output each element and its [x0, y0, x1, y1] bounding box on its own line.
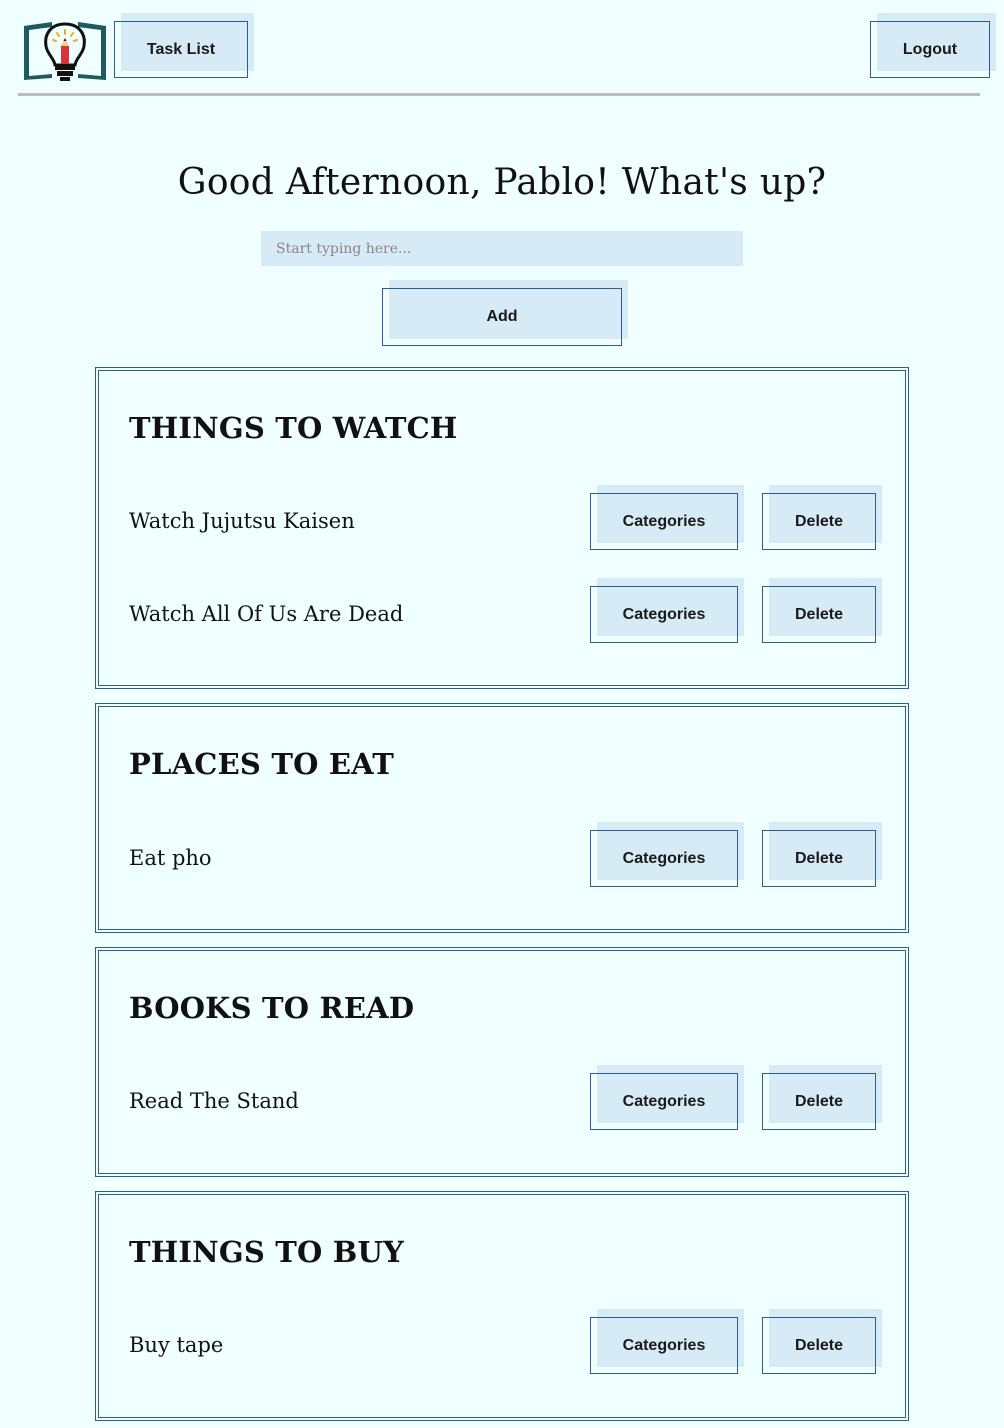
categories-label: Categories	[622, 849, 706, 867]
categories-label: Categories	[622, 512, 706, 530]
task-categories-button[interactable]: Categories	[590, 822, 744, 887]
task-item-text: Watch Jujutsu Kaisen	[129, 509, 355, 533]
category-title: PLACES TO EAT	[129, 747, 395, 781]
task-delete-button[interactable]: Delete	[762, 485, 882, 550]
category-card-things-to-buy: THINGS TO BUY Buy tape Categories Delete	[95, 1191, 909, 1421]
header-divider	[18, 93, 980, 96]
categories-label: Categories	[622, 1336, 706, 1354]
add-task-button[interactable]: Add	[382, 280, 628, 346]
delete-label: Delete	[794, 1092, 844, 1110]
logout-button[interactable]: Logout	[870, 13, 996, 78]
new-task-input[interactable]	[261, 231, 743, 266]
category-card-things-to-watch: THINGS TO WATCH Watch Jujutsu Kaisen Cat…	[95, 367, 909, 689]
task-item-text: Watch All Of Us Are Dead	[129, 602, 404, 626]
task-delete-button[interactable]: Delete	[762, 822, 882, 887]
delete-label: Delete	[794, 1336, 844, 1354]
task-list-nav-button[interactable]: Task List	[114, 13, 254, 78]
category-title: THINGS TO BUY	[129, 1235, 404, 1269]
task-item-text: Eat pho	[129, 846, 212, 870]
category-card-books-to-read: BOOKS TO READ Read The Stand Categories …	[95, 947, 909, 1177]
category-title: BOOKS TO READ	[129, 991, 415, 1025]
categories-label: Categories	[622, 605, 706, 623]
categories-label: Categories	[622, 1092, 706, 1110]
delete-label: Delete	[794, 512, 844, 530]
task-delete-button[interactable]: Delete	[762, 1309, 882, 1374]
delete-label: Delete	[794, 849, 844, 867]
task-item-text: Read The Stand	[129, 1089, 299, 1113]
task-categories-button[interactable]: Categories	[590, 485, 744, 550]
delete-label: Delete	[794, 605, 844, 623]
category-title: THINGS TO WATCH	[129, 411, 458, 445]
logout-label: Logout	[902, 40, 958, 58]
task-delete-button[interactable]: Delete	[762, 578, 882, 643]
greeting-heading: Good Afternoon, Pablo! What's up?	[177, 162, 827, 203]
task-list-label: Task List	[146, 40, 216, 58]
task-delete-button[interactable]: Delete	[762, 1065, 882, 1130]
category-card-places-to-eat: PLACES TO EAT Eat pho Categories Delete	[95, 703, 909, 933]
task-categories-button[interactable]: Categories	[590, 1309, 744, 1374]
lightbulb-book-icon[interactable]	[22, 18, 108, 84]
add-label: Add	[486, 308, 518, 325]
task-item-text: Buy tape	[129, 1333, 224, 1357]
task-categories-button[interactable]: Categories	[590, 1065, 744, 1130]
task-categories-button[interactable]: Categories	[590, 578, 744, 643]
